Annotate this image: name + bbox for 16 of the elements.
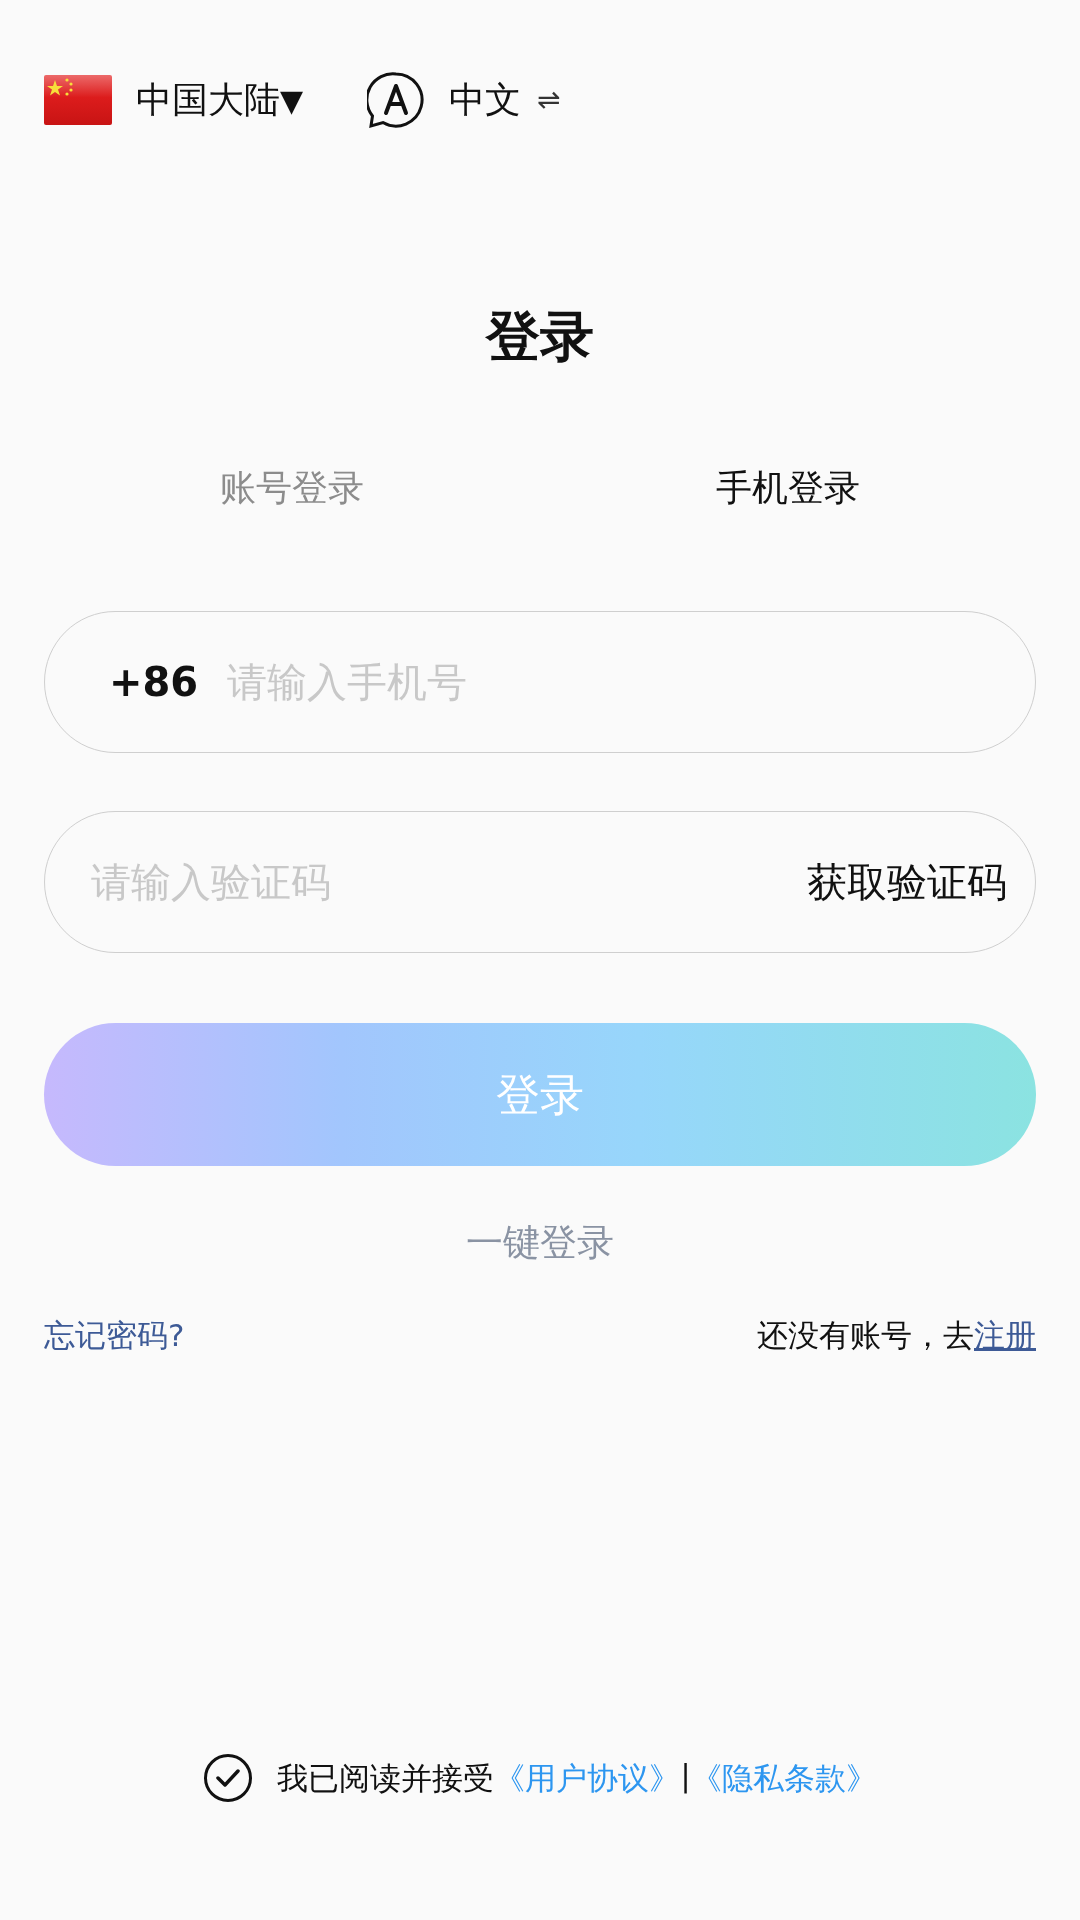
flag-icon xyxy=(44,75,112,125)
separator-text: | xyxy=(680,1757,691,1796)
login-tab[interactable]: 手机登录 xyxy=(706,457,870,519)
register-link[interactable]: 注册 xyxy=(974,1311,1036,1358)
forgot-password-link[interactable]: 忘记密码? xyxy=(44,1311,185,1358)
language-label[interactable]: 中文 xyxy=(449,73,522,127)
region-label[interactable]: 中国大陆 xyxy=(136,73,280,127)
register-prompt: 还没有账号，去 xyxy=(757,1315,974,1355)
caret-icon[interactable]: ▼ xyxy=(280,77,304,123)
agree-checkbox[interactable] xyxy=(203,1753,254,1803)
country-code[interactable]: +86 xyxy=(45,652,225,712)
switch-icon[interactable]: ⇌ xyxy=(537,79,561,121)
agreement-text: 我已阅读并接受 xyxy=(277,1758,495,1798)
get-code-button[interactable]: 获取验证码 xyxy=(807,852,1035,912)
page-title: 登录 xyxy=(486,304,594,370)
translate-icon[interactable] xyxy=(367,71,426,129)
